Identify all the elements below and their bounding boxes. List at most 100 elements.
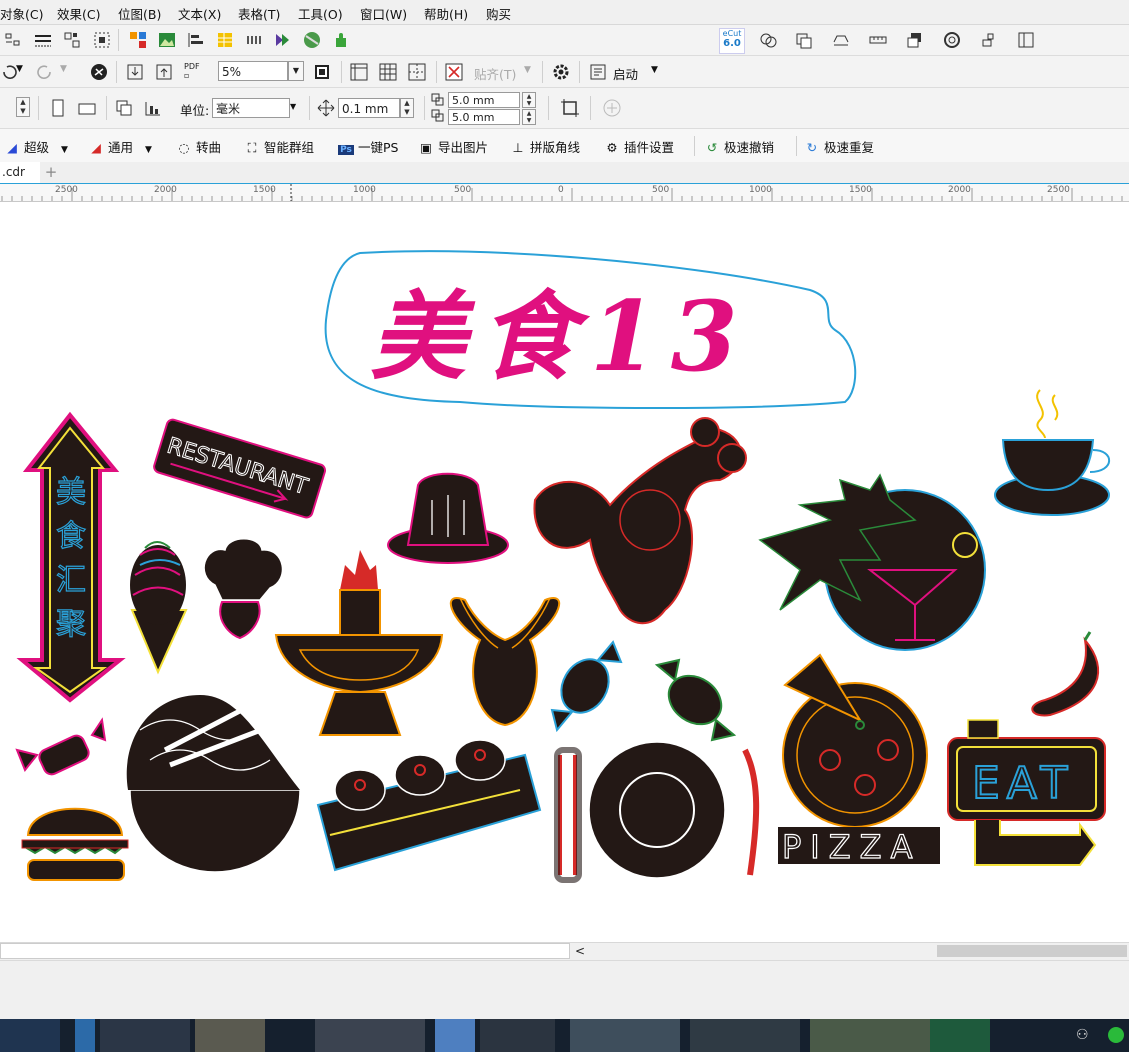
- scroll-thumb[interactable]: [937, 945, 1127, 957]
- dup-y-spinner[interactable]: ▲ ▼: [522, 109, 536, 125]
- plugin-fast-redo[interactable]: ↻ 极速重复: [804, 137, 874, 155]
- document-tab[interactable]: .cdr: [0, 162, 40, 183]
- snap-dropdown[interactable]: 贴齐(T): [474, 64, 516, 83]
- select-icon[interactable]: [92, 30, 112, 50]
- all-pages-icon[interactable]: [114, 98, 134, 118]
- lifebuoy-icon[interactable]: [942, 30, 962, 50]
- shapes-icon[interactable]: [758, 30, 778, 50]
- align-icon[interactable]: [186, 30, 206, 50]
- menu-window[interactable]: 窗口(W): [360, 4, 407, 23]
- people-icon[interactable]: ⚇: [1076, 1027, 1089, 1043]
- image-icon[interactable]: [157, 30, 177, 50]
- distribute-icon[interactable]: [4, 30, 24, 50]
- nudge-spinner[interactable]: ▲ ▼: [400, 98, 414, 118]
- redo-dropdown-icon[interactable]: ▼: [60, 64, 67, 74]
- unit-chevron-icon[interactable]: ▼: [290, 102, 296, 111]
- plugin-convert-curve[interactable]: ◌ 转曲: [176, 137, 221, 155]
- menu-object[interactable]: 对象(C): [0, 4, 43, 23]
- menu-table[interactable]: 表格(T): [238, 4, 280, 23]
- sushi-art: [316, 739, 542, 872]
- redo-icon[interactable]: [34, 62, 54, 82]
- zoom-field[interactable]: 5%: [218, 61, 288, 81]
- snap-off-icon[interactable]: [444, 62, 464, 82]
- table-icon[interactable]: [215, 30, 235, 50]
- current-page-icon[interactable]: [143, 98, 163, 118]
- landscape-icon[interactable]: [77, 98, 97, 118]
- measure-icon[interactable]: [831, 30, 851, 50]
- horizontal-ruler[interactable]: 2500 2000 1500 1000 500 0 500 1000 1500 …: [0, 184, 1129, 202]
- taskbar: ⚇: [0, 1019, 1129, 1052]
- copy-icon[interactable]: [794, 30, 814, 50]
- grid-toggle-icon[interactable]: [378, 62, 398, 82]
- plugin-icon[interactable]: [331, 30, 351, 50]
- node-icon[interactable]: [979, 30, 999, 50]
- arrange-icon[interactable]: [905, 30, 925, 50]
- portrait-icon[interactable]: [48, 98, 68, 118]
- guides-toggle-icon[interactable]: [407, 62, 427, 82]
- ruler-label: 1000: [749, 185, 772, 195]
- page-frame-icon[interactable]: [560, 98, 580, 118]
- plugin-crop-marks[interactable]: ⊥ 拼版角线: [510, 137, 580, 155]
- dup-x-spinner[interactable]: ▲ ▼: [522, 92, 536, 108]
- panel-icon[interactable]: [1016, 30, 1036, 50]
- launch-chevron-icon[interactable]: ▼: [651, 65, 658, 75]
- undo-dropdown-icon[interactable]: ▼: [16, 64, 23, 74]
- page-spinner[interactable]: ▲ ▼: [16, 97, 30, 117]
- menu-text[interactable]: 文本(X): [178, 4, 221, 23]
- launch-dropdown[interactable]: 启动: [613, 64, 638, 83]
- plugin-one-click-ps[interactable]: Ps 一键PS: [338, 137, 398, 155]
- ruler-label: 1000: [353, 185, 376, 195]
- eat-sign-art: EAT: [947, 719, 1106, 866]
- menu-effects[interactable]: 效果(C): [57, 4, 100, 23]
- gear-icon[interactable]: [551, 62, 571, 82]
- lines-icon[interactable]: [33, 30, 53, 50]
- menu-help[interactable]: 帮助(H): [424, 4, 468, 23]
- add-page-icon[interactable]: [602, 98, 622, 118]
- plugin-smart-group[interactable]: ⛶ 智能群组: [244, 137, 314, 155]
- pizza-text: PIZZA: [782, 828, 921, 866]
- plugin-fast-undo[interactable]: ↺ 极速撤销: [704, 137, 774, 155]
- ball-icon[interactable]: [302, 30, 322, 50]
- ruler-label: 500: [652, 185, 670, 195]
- drawing-canvas[interactable]: 美食13 美 食 汇 聚 RESTAURANT PIZZA EAT: [0, 202, 1129, 942]
- menu-buy[interactable]: 购买: [486, 4, 511, 23]
- burger-art: [21, 807, 129, 881]
- ruler-label: 2000: [948, 185, 971, 195]
- zoom-dropdown-icon[interactable]: ▼: [288, 61, 304, 81]
- launch-icon[interactable]: [588, 62, 608, 82]
- plugin-export-image[interactable]: ▣ 导出图片: [418, 137, 488, 155]
- candy-blue-art: [550, 640, 623, 733]
- plugin-general[interactable]: ◢ 通用 ▼: [88, 137, 152, 155]
- plugin-super[interactable]: ◢ 超级 ▼: [4, 137, 68, 155]
- ecut-icon[interactable]: eCut 6.0: [719, 28, 745, 54]
- fit-page-icon[interactable]: [312, 62, 332, 82]
- add-tab-icon[interactable]: +: [44, 165, 58, 180]
- unit-select[interactable]: 毫米: [212, 98, 290, 118]
- menu-tools[interactable]: 工具(O): [298, 4, 343, 23]
- nudge-icon[interactable]: [316, 98, 336, 118]
- rulers-toggle-icon[interactable]: [349, 62, 369, 82]
- import-icon[interactable]: [125, 62, 145, 82]
- wechat-icon[interactable]: [1108, 1027, 1124, 1043]
- arrows-icon[interactable]: [273, 30, 293, 50]
- ruler-label: 2500: [1047, 185, 1070, 195]
- group-icon[interactable]: [62, 30, 82, 50]
- sign-char: 汇: [56, 563, 86, 598]
- rabbit-art: [449, 597, 561, 727]
- taskbar-blur: [75, 1019, 95, 1052]
- color-objects-icon[interactable]: [128, 30, 148, 50]
- menu-bitmap[interactable]: 位图(B): [118, 4, 161, 23]
- dup-y-field[interactable]: 5.0 mm: [448, 109, 520, 125]
- grid-icon[interactable]: [244, 30, 264, 50]
- taskbar-blur: [315, 1019, 425, 1052]
- corel-icon[interactable]: [89, 62, 109, 82]
- export-icon[interactable]: [154, 62, 174, 82]
- horizontal-scrollbar[interactable]: <: [0, 942, 1129, 960]
- pdf-icon[interactable]: PDF ▫: [184, 62, 200, 80]
- property-bar: ▲ ▼ 单位: 毫米 ▼ 0.1 mm ▲ ▼ 5.0 mm 5.0 mm ▲ ▼ ▲…: [0, 88, 1129, 129]
- plugin-settings[interactable]: ⚙ 插件设置: [604, 137, 674, 155]
- nudge-field[interactable]: 0.1 mm: [338, 98, 400, 118]
- scroll-left-icon[interactable]: <: [573, 944, 587, 958]
- dup-x-field[interactable]: 5.0 mm: [448, 92, 520, 108]
- ruler-icon[interactable]: [868, 30, 888, 50]
